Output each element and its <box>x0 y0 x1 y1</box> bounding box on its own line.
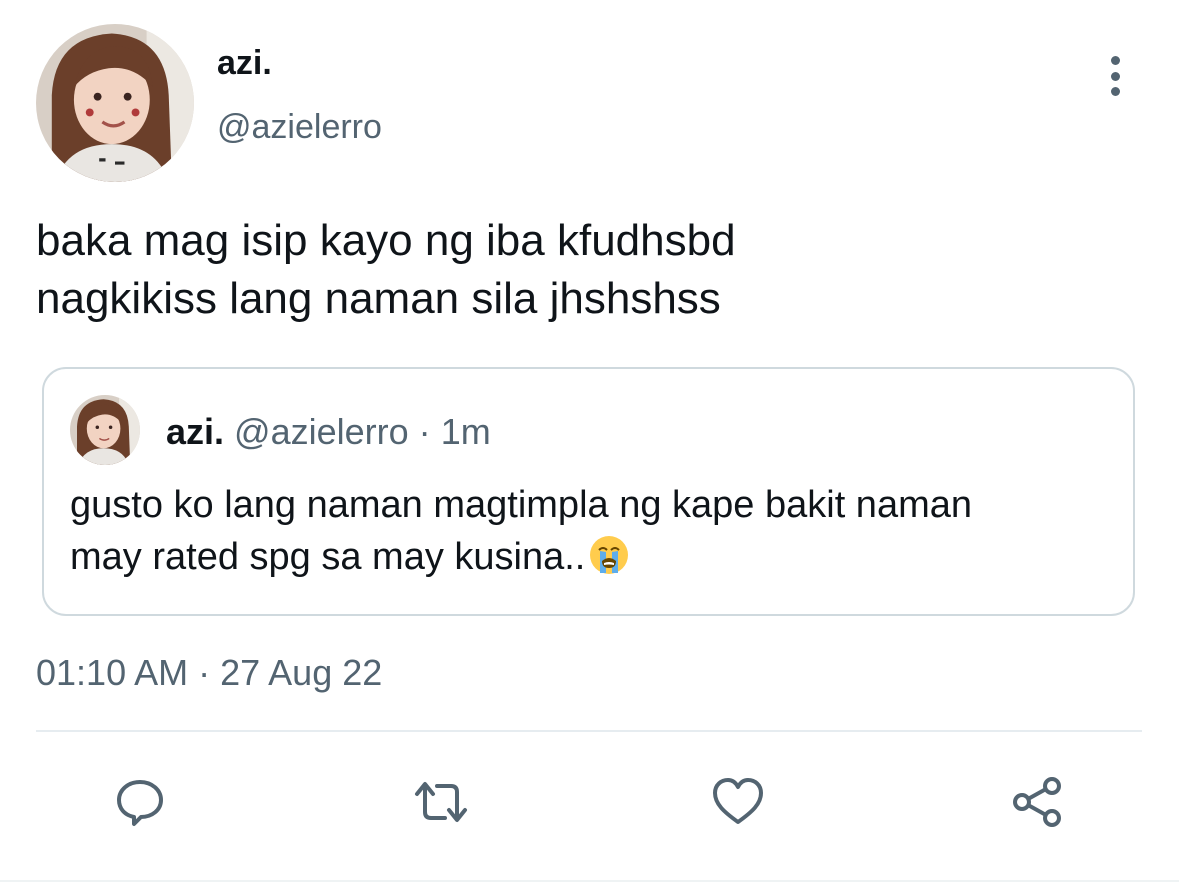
quoted-tweet-header: azi. @azielerro · 1m <box>166 411 491 453</box>
more-dot-icon <box>1110 87 1120 96</box>
more-dot-icon <box>1110 56 1120 65</box>
quoted-text-line: may rated spg sa may kusina.. <box>70 531 1120 583</box>
author-avatar[interactable] <box>36 24 194 182</box>
profile-photo-icon <box>36 24 194 182</box>
quoted-text-line-content: may rated spg sa may kusina.. <box>70 536 586 578</box>
tweet-timestamp[interactable]: 01:10 AM · 27 Aug 22 <box>36 652 382 694</box>
tweet-detail: azi. @azielerro baka mag isip kayo ng ib… <box>0 0 1179 894</box>
reply-icon <box>117 780 163 826</box>
tweet-text-line: nagkikiss lang naman sila jhshshss <box>36 274 721 323</box>
bottom-divider <box>0 880 1179 882</box>
retweet-button[interactable] <box>409 770 473 834</box>
loudly-crying-face-icon <box>590 536 629 574</box>
share-button[interactable] <box>1006 770 1070 834</box>
author-handle[interactable]: @azielerro <box>217 108 382 147</box>
quoted-age: 1m <box>440 411 491 452</box>
tweet-text-line: baka mag isip kayo ng iba kfudhsbd <box>36 216 736 265</box>
profile-photo-icon <box>70 395 140 465</box>
divider <box>36 730 1142 732</box>
like-icon <box>713 778 763 824</box>
like-button[interactable] <box>706 770 770 834</box>
share-icon <box>1013 777 1061 827</box>
quoted-tweet-text: gusto ko lang naman magtimpla ng kape ba… <box>70 479 1120 583</box>
more-dot-icon <box>1110 71 1120 81</box>
reply-button[interactable] <box>108 770 172 834</box>
quoted-display-name: azi. <box>166 411 225 452</box>
quoted-text-line: gusto ko lang naman magtimpla ng kape ba… <box>70 484 972 526</box>
tweet-text: baka mag isip kayo ng iba kfudhsbd nagki… <box>36 212 1136 328</box>
retweet-icon <box>415 782 467 822</box>
more-options-button[interactable] <box>1098 52 1132 100</box>
quoted-handle: @azielerro <box>234 411 409 452</box>
quoted-tweet-card[interactable]: azi. @azielerro · 1m gusto ko lang naman… <box>42 367 1135 616</box>
author-display-name[interactable]: azi. <box>217 44 272 83</box>
quoted-separator: · <box>418 411 431 452</box>
quoted-author-avatar <box>70 395 140 465</box>
